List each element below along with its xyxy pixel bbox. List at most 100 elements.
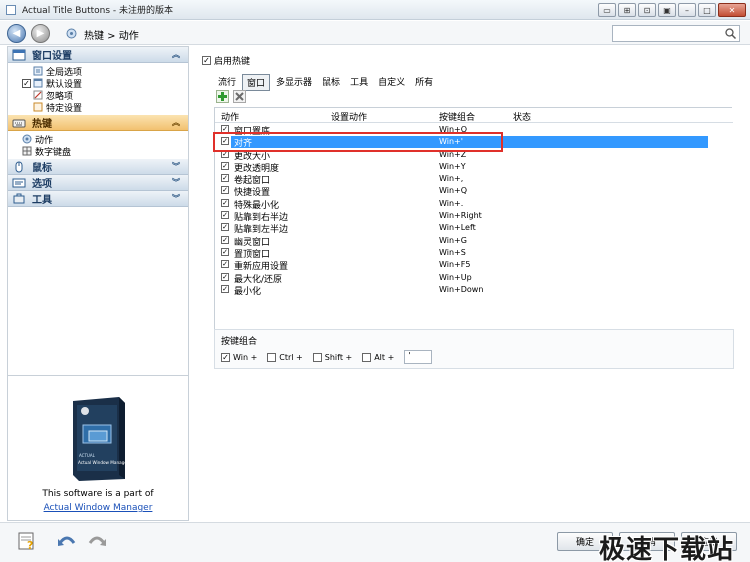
row-checkbox[interactable]: ✓ xyxy=(221,260,229,269)
shift-checkbox[interactable] xyxy=(312,352,322,362)
tab-window[interactable]: 窗口 xyxy=(242,74,271,91)
title-btn-4-icon[interactable]: ▣ xyxy=(658,3,676,17)
chevron-up-icon[interactable]: ︽ xyxy=(172,49,180,60)
hotkey-icon xyxy=(66,28,77,39)
row-checkbox[interactable]: ✓ xyxy=(221,235,229,244)
default-settings-checkbox[interactable]: ✓ xyxy=(22,78,31,88)
numpad-icon xyxy=(22,146,32,156)
table-row[interactable]: ✓ 更改大小 Win+Z xyxy=(215,149,733,162)
sidebar-item-numpad[interactable]: 数字键盘 xyxy=(22,145,188,158)
chevron-down-icon[interactable]: ︾ xyxy=(172,177,180,188)
row-key-combo: Win+S xyxy=(439,247,466,257)
table-row[interactable]: ✓ 快捷设置 Win+Q xyxy=(215,185,733,198)
title-btn-2-icon[interactable]: ⊞ xyxy=(618,3,636,17)
column-state[interactable]: 状态 xyxy=(513,110,531,123)
chevron-down-icon[interactable]: ︾ xyxy=(172,161,180,172)
redo-icon[interactable] xyxy=(86,531,108,551)
add-icon[interactable] xyxy=(216,90,229,103)
key-input[interactable]: ' xyxy=(404,350,433,364)
chevron-down-icon[interactable]: ︾ xyxy=(172,193,180,204)
search-icon[interactable] xyxy=(724,27,737,40)
row-checkbox[interactable]: ✓ xyxy=(221,198,229,207)
column-key-combo[interactable]: 按键组合 xyxy=(439,110,475,123)
row-checkbox[interactable]: ✓ xyxy=(221,125,229,133)
key-combo-row: ✓ Win + Ctrl + Shift + Alt + ' xyxy=(221,350,433,364)
alt-checkbox[interactable] xyxy=(362,352,372,362)
main-panel: ✓ 启用热键 流行 窗口 多显示器 鼠标 工具 自定义 所有 动作 设置动作 按… xyxy=(196,46,744,521)
row-checkbox[interactable]: ✓ xyxy=(221,174,229,183)
minimize-icon[interactable]: – xyxy=(678,3,696,17)
row-checkbox[interactable]: ✓ xyxy=(221,211,229,220)
column-set-action[interactable]: 设置动作 xyxy=(331,110,367,123)
tab-custom[interactable]: 自定义 xyxy=(374,74,409,91)
row-checkbox[interactable]: ✓ xyxy=(221,272,229,281)
sidebar-group-window-settings[interactable]: 窗口设置 ︽ xyxy=(8,47,188,63)
table-row[interactable]: ✓ 卷起窗口 Win+, xyxy=(215,173,733,186)
product-box-label: Actual Window Manager xyxy=(78,460,129,465)
table-row[interactable]: ✓ 窗口置底 Win+O xyxy=(215,124,733,137)
win-checkbox[interactable]: ✓ xyxy=(221,352,230,362)
shift-modifier[interactable]: Shift + xyxy=(312,352,352,362)
maximize-icon[interactable]: □ xyxy=(698,3,716,17)
delete-icon[interactable] xyxy=(233,90,246,103)
sidebar-item-specific-settings[interactable]: 特定设置 xyxy=(22,101,188,114)
ctrl-modifier[interactable]: Ctrl + xyxy=(267,352,303,362)
close-icon[interactable]: ✕ xyxy=(718,3,746,17)
table-row[interactable]: ✓ 最小化 Win+Down xyxy=(215,284,733,297)
tab-multi-monitor[interactable]: 多显示器 xyxy=(272,74,316,91)
sidebar-group-tools[interactable]: 工具 ︾ xyxy=(8,191,188,207)
table-row[interactable]: ✓ 最大化/还原 Win+Up xyxy=(215,272,733,285)
back-button[interactable]: ◀ xyxy=(7,24,26,43)
row-checkbox[interactable]: ✓ xyxy=(221,149,229,158)
row-checkbox[interactable]: ✓ xyxy=(221,247,229,256)
row-action-name: 窗口置底 xyxy=(234,127,271,137)
row-checkbox[interactable]: ✓ xyxy=(221,284,229,293)
table-row[interactable]: ✓ 幽灵窗口 Win+G xyxy=(215,235,733,248)
row-checkbox[interactable]: ✓ xyxy=(221,223,229,232)
alt-modifier[interactable]: Alt + xyxy=(362,352,394,362)
table-row-selected[interactable]: ✓ 对齐 Win+' xyxy=(215,136,733,150)
sidebar-group-mouse[interactable]: 鼠标 ︾ xyxy=(8,159,188,175)
tab-all[interactable]: 所有 xyxy=(411,74,437,91)
exclusions-icon xyxy=(33,90,43,100)
table-row[interactable]: ✓ 贴靠到右半边 Win+Right xyxy=(215,210,733,223)
table-row[interactable]: ✓ 更改透明度 Win+Y xyxy=(215,161,733,174)
sidebar-item-exclusions[interactable]: 忽略项 xyxy=(22,89,188,102)
mouse-icon xyxy=(15,161,23,172)
tab-tools[interactable]: 工具 xyxy=(346,74,372,91)
product-box-image[interactable]: ACTUAL Actual Window Manager xyxy=(63,395,131,483)
enable-hotkeys-checkbox[interactable]: ✓ xyxy=(202,56,211,65)
title-btn-1-icon[interactable]: ▭ xyxy=(598,3,616,17)
actions-icon xyxy=(22,134,32,144)
row-checkbox[interactable]: ✓ xyxy=(221,137,229,146)
table-row[interactable]: ✓ 置顶窗口 Win+S xyxy=(215,247,733,260)
row-key-combo: Win+Down xyxy=(439,284,484,294)
chevron-up-icon[interactable]: ︽ xyxy=(172,117,180,128)
enable-hotkeys-row[interactable]: ✓ 启用热键 xyxy=(202,54,250,67)
promo-link[interactable]: Actual Window Manager xyxy=(8,503,188,513)
sidebar-item-actions[interactable]: 动作 xyxy=(22,133,188,146)
table-row[interactable]: ✓ 特殊最小化 Win+. xyxy=(215,198,733,211)
navigation-bar: ◀ ▶ 热键 > 动作 xyxy=(0,21,750,45)
sidebar-group-options[interactable]: 选项 ︾ xyxy=(8,175,188,191)
table-row[interactable]: ✓ 贴靠到左半边 Win+Left xyxy=(215,222,733,235)
tab-mouse[interactable]: 鼠标 xyxy=(318,74,344,91)
sidebar-item-default-settings[interactable]: ✓ 默认设置 xyxy=(22,77,188,90)
sidebar-group-hotkeys[interactable]: 热键 ︽ xyxy=(8,115,188,131)
row-checkbox[interactable]: ✓ xyxy=(221,186,229,195)
row-action-name: 对齐 xyxy=(234,139,253,150)
ctrl-checkbox[interactable] xyxy=(267,352,277,362)
undo-icon[interactable] xyxy=(56,531,78,551)
sidebar-item-global-options[interactable]: 全局选项 xyxy=(22,65,188,78)
column-action[interactable]: 动作 xyxy=(221,110,239,123)
search-input[interactable] xyxy=(613,26,721,41)
key-combo-group: 按键组合 ✓ Win + Ctrl + Shift + Alt + ' xyxy=(214,329,734,369)
help-icon[interactable]: ? xyxy=(16,531,38,551)
filter-tabs: 流行 窗口 多显示器 鼠标 工具 自定义 所有 xyxy=(214,74,439,91)
title-btn-3-icon[interactable]: ⊡ xyxy=(638,3,656,17)
forward-button[interactable]: ▶ xyxy=(31,24,50,43)
table-row[interactable]: ✓ 重新应用设置 Win+F5 xyxy=(215,259,733,272)
tab-popular[interactable]: 流行 xyxy=(214,74,240,91)
win-modifier[interactable]: ✓ Win + xyxy=(221,352,257,362)
row-checkbox[interactable]: ✓ xyxy=(221,161,229,170)
